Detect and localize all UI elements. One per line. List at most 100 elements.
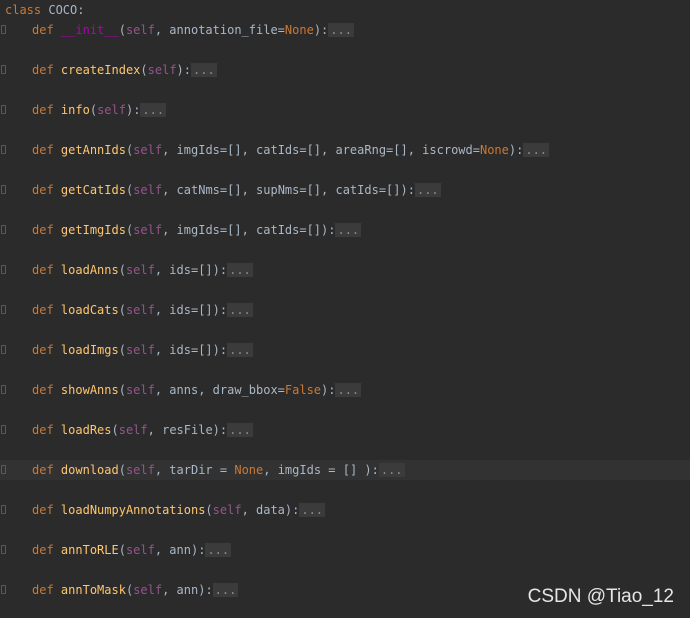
collapsed-body-marker[interactable]: ...	[140, 103, 167, 117]
collapsed-body-marker[interactable]: ...	[335, 383, 362, 397]
code-line-method[interactable]: def createIndex(self):...	[0, 60, 690, 80]
def-keyword: def	[32, 103, 54, 117]
method-name: loadRes	[60, 423, 112, 437]
def-keyword: def	[32, 223, 54, 237]
method-name: loadCats	[60, 303, 119, 317]
self-param: self	[125, 463, 155, 477]
code-line-method[interactable]: def loadRes(self, resFile):...	[0, 420, 690, 440]
fold-toggle-icon[interactable]	[1, 225, 6, 234]
method-params: , imgIds=[], catIds=[]):	[162, 223, 336, 237]
def-keyword: def	[32, 143, 54, 157]
collapsed-body-marker[interactable]: ...	[335, 223, 362, 237]
self-param: self	[118, 423, 148, 437]
method-name: __init__	[60, 23, 119, 37]
fold-toggle-icon[interactable]	[1, 505, 6, 514]
method-params: , ids=[]):	[154, 263, 228, 277]
method-params: , ids=[]):	[154, 303, 228, 317]
method-params: , data):	[241, 503, 300, 517]
self-param: self	[125, 343, 155, 357]
code-line-method[interactable]: def info(self):...	[0, 100, 690, 120]
default-value: None	[479, 143, 509, 157]
self-param: self	[125, 23, 155, 37]
method-params: , annotation_file=	[154, 23, 285, 37]
collapsed-body-marker[interactable]: ...	[227, 263, 253, 277]
fold-toggle-icon[interactable]	[1, 25, 6, 34]
fold-toggle-icon[interactable]	[1, 545, 6, 554]
self-param: self	[125, 383, 155, 397]
collapsed-body-marker[interactable]: ...	[523, 143, 550, 157]
method-params: , ids=[]):	[154, 343, 228, 357]
collapsed-body-marker[interactable]: ...	[299, 503, 326, 517]
method-name: getCatIds	[60, 183, 126, 197]
self-param: self	[97, 103, 126, 117]
fold-toggle-icon[interactable]	[1, 65, 6, 74]
def-keyword: def	[32, 23, 54, 37]
def-keyword: def	[32, 383, 54, 397]
fold-toggle-icon[interactable]	[1, 265, 6, 274]
method-signature: def loadAnns(self, ids=[]):...	[32, 263, 253, 277]
code-line-method[interactable]: def __init__(self, annotation_file=None)…	[0, 20, 690, 40]
method-params: , tarDir =	[154, 463, 235, 477]
code-line-method[interactable]: def loadCats(self, ids=[]):...	[0, 300, 690, 320]
method-params-end: , imgIds = [] ):	[263, 463, 379, 477]
fold-toggle-icon[interactable]	[1, 305, 6, 314]
method-signature: def createIndex(self):...	[32, 63, 217, 77]
self-param: self	[133, 583, 163, 597]
collapsed-body-marker[interactable]: ...	[378, 463, 405, 477]
code-line-method[interactable]: def loadAnns(self, ids=[]):...	[0, 260, 690, 280]
fold-toggle-icon[interactable]	[1, 345, 6, 354]
collapsed-body-marker[interactable]: ...	[191, 63, 217, 77]
code-line-method[interactable]: def download(self, tarDir = None, imgIds…	[0, 460, 690, 480]
code-line-method[interactable]: def getCatIds(self, catNms=[], supNms=[]…	[0, 180, 690, 200]
method-signature: def getImgIds(self, imgIds=[], catIds=[]…	[32, 223, 362, 237]
default-value: None	[234, 463, 264, 477]
method-signature: def getAnnIds(self, imgIds=[], catIds=[]…	[32, 143, 550, 157]
method-signature: def annToRLE(self, ann):...	[32, 543, 232, 557]
collapsed-body-marker[interactable]: ...	[414, 183, 441, 197]
method-signature: def loadNumpyAnnotations(self, data):...	[32, 503, 326, 517]
def-keyword: def	[32, 463, 54, 477]
fold-toggle-icon[interactable]	[1, 105, 6, 114]
method-params-end: ):	[313, 23, 329, 37]
self-param: self	[125, 303, 155, 317]
def-keyword: def	[32, 63, 54, 77]
method-params: , ann):	[162, 583, 213, 597]
code-line-method[interactable]: def loadImgs(self, ids=[]):...	[0, 340, 690, 360]
fold-toggle-icon[interactable]	[1, 585, 6, 594]
collapsed-body-marker[interactable]: ...	[227, 343, 253, 357]
collapsed-body-marker[interactable]: ...	[328, 23, 354, 37]
code-line-method[interactable]: def getImgIds(self, imgIds=[], catIds=[]…	[0, 220, 690, 240]
method-signature: def loadRes(self, resFile):...	[32, 423, 253, 437]
method-signature: def getCatIds(self, catNms=[], supNms=[]…	[32, 183, 441, 197]
watermark: CSDN @Tiao_12	[527, 586, 674, 607]
collapsed-body-marker[interactable]: ...	[212, 583, 239, 597]
default-value: None	[284, 23, 314, 37]
code-line-class[interactable]: class COCO:	[0, 0, 690, 20]
collapsed-body-marker[interactable]: ...	[205, 543, 232, 557]
fold-toggle-icon[interactable]	[1, 185, 6, 194]
code-line-method[interactable]: def annToRLE(self, ann):...	[0, 540, 690, 560]
method-params: , resFile):	[147, 423, 228, 437]
code-line-method[interactable]: def showAnns(self, anns, draw_bbox=False…	[0, 380, 690, 400]
collapsed-body-marker[interactable]: ...	[227, 303, 253, 317]
method-params: , anns, draw_bbox=	[154, 383, 285, 397]
method-name: loadNumpyAnnotations	[60, 503, 206, 517]
default-value: False	[284, 383, 322, 397]
code-editor[interactable]: class COCO: def __init__(self, annotatio…	[0, 0, 690, 618]
method-signature: def showAnns(self, anns, draw_bbox=False…	[32, 383, 362, 397]
fold-toggle-icon[interactable]	[1, 145, 6, 154]
code-line-method[interactable]: def loadNumpyAnnotations(self, data):...	[0, 500, 690, 520]
method-signature: def __init__(self, annotation_file=None)…	[32, 23, 354, 37]
fold-toggle-icon[interactable]	[1, 425, 6, 434]
fold-toggle-icon[interactable]	[1, 465, 6, 474]
method-signature: def annToMask(self, ann):...	[32, 583, 239, 597]
method-signature: def loadImgs(self, ids=[]):...	[32, 343, 253, 357]
code-line-method[interactable]: def getAnnIds(self, imgIds=[], catIds=[]…	[0, 140, 690, 160]
method-params-end: ):	[508, 143, 524, 157]
fold-toggle-icon[interactable]	[1, 385, 6, 394]
method-params: , catNms=[], supNms=[], catIds=[]):	[162, 183, 415, 197]
collapsed-body-marker[interactable]: ...	[227, 423, 253, 437]
method-name: createIndex	[60, 63, 141, 77]
def-keyword: def	[32, 583, 54, 597]
method-params: , ann):	[154, 543, 206, 557]
